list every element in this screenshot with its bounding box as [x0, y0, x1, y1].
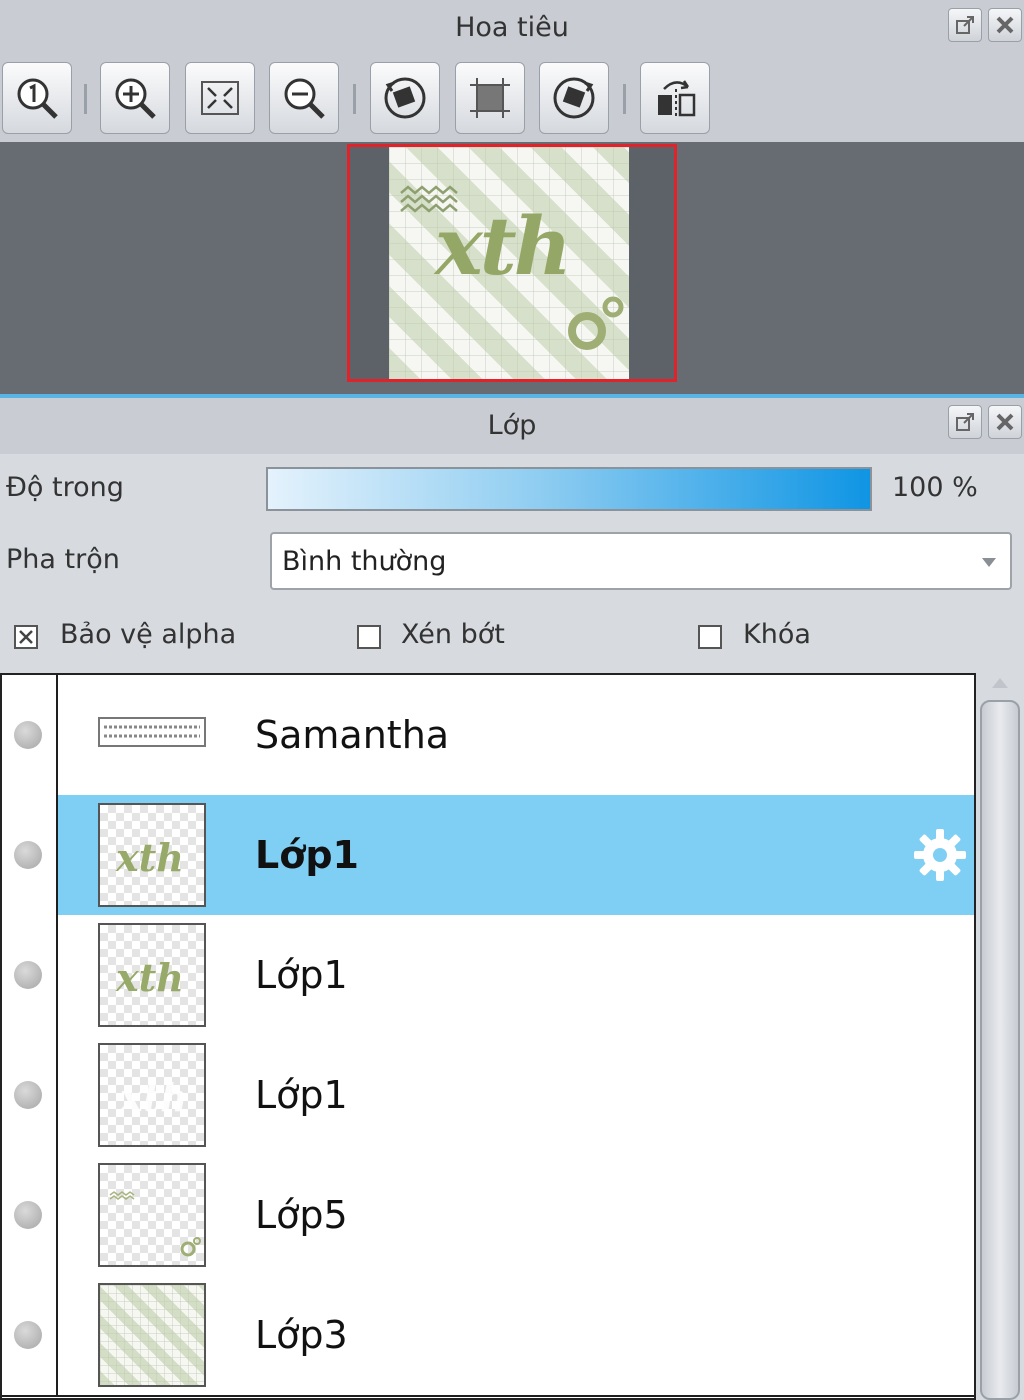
reset-view-icon — [470, 78, 510, 118]
protect-alpha-checkbox[interactable] — [14, 625, 38, 649]
clipping-label: Xén bớt — [401, 619, 505, 650]
xth-thumbnail-icon: xth — [115, 835, 184, 880]
layer-thumbnail — [98, 717, 206, 747]
visibility-column — [2, 915, 58, 1035]
layer-row-selected[interactable]: xth Lớp1 — [2, 795, 974, 917]
opacity-value: 100 % — [892, 472, 978, 503]
layer-thumbnail: xth — [98, 803, 206, 907]
visibility-column — [2, 1155, 58, 1275]
zoom-in-icon — [115, 78, 156, 119]
navigator-title-bar: Hoa tiêu — [0, 0, 1024, 56]
canvas-preview: xth — [389, 147, 629, 379]
layer-name: Lớp1 — [255, 953, 348, 997]
layer-row[interactable]: Lớp5 — [2, 1155, 974, 1277]
layers-undock-button[interactable] — [948, 405, 982, 439]
undock-icon — [956, 16, 974, 34]
zoom-out-button[interactable] — [269, 62, 339, 134]
zoom-actual-size-button[interactable] — [2, 62, 72, 134]
layer-name: Samantha — [255, 713, 450, 757]
lock-label: Khóa — [743, 619, 811, 650]
zoom-in-button[interactable] — [100, 62, 170, 134]
rotate-left-icon — [384, 77, 426, 119]
visibility-column — [2, 795, 58, 915]
visibility-toggle-icon[interactable] — [14, 1081, 42, 1109]
zoom-out-icon — [284, 78, 325, 119]
visibility-toggle-icon[interactable] — [14, 1321, 42, 1349]
lock-checkbox[interactable] — [698, 625, 722, 649]
visibility-column — [2, 675, 58, 795]
layer-name: Lớp5 — [255, 1193, 348, 1237]
opacity-label: Độ trong — [6, 472, 124, 503]
layer-row[interactable]: xth Lớp1 — [2, 1035, 974, 1157]
preview-text: xth — [435, 199, 572, 293]
toolbar-separator — [84, 84, 87, 114]
undock-icon — [956, 413, 974, 431]
flip-horizontal-icon — [658, 80, 696, 119]
layer-settings-gear-icon[interactable] — [912, 827, 968, 883]
visibility-toggle-icon[interactable] — [14, 841, 42, 869]
undock-button[interactable] — [948, 8, 982, 42]
fit-to-window-icon — [201, 81, 239, 115]
close-icon — [996, 413, 1014, 431]
scrollbar-thumb[interactable] — [980, 700, 1020, 1400]
circles-decoration-icon — [568, 296, 624, 350]
layer-thumbnail: xth — [98, 923, 206, 1027]
blend-mode-select[interactable]: Bình thường — [270, 532, 1012, 590]
visibility-toggle-icon[interactable] — [14, 961, 42, 989]
layers-title: Lớp — [487, 410, 537, 441]
visibility-column — [2, 1035, 58, 1155]
layer-row[interactable]: xth Lớp1 — [2, 915, 974, 1037]
visibility-toggle-icon[interactable] — [14, 721, 42, 749]
xth-thumbnail-icon: xth — [115, 955, 184, 1000]
layer-row[interactable]: Lớp3 — [2, 1275, 974, 1397]
layer-row[interactable]: Samantha — [2, 675, 974, 797]
layers-close-button[interactable] — [988, 405, 1022, 439]
close-icon — [996, 16, 1014, 34]
flip-horizontal-button[interactable] — [640, 62, 710, 134]
layer-name: Lớp1 — [255, 833, 359, 877]
white-shape-thumbnail-icon: xth — [119, 1075, 188, 1120]
blend-mode-label: Pha trộn — [6, 544, 120, 575]
toolbar-separator — [623, 84, 626, 114]
chevron-down-icon — [982, 558, 996, 567]
layer-name: Lớp3 — [255, 1313, 348, 1357]
text-thumbnail-icon — [104, 725, 200, 738]
svg-text:xth: xth — [115, 955, 184, 1000]
blend-mode-value: Bình thường — [282, 546, 447, 577]
reset-view-button[interactable] — [455, 62, 525, 134]
layer-list: Samantha xth Lớp1 xth Lớp1 xth Lớp1 Lớp5… — [0, 673, 976, 1400]
layer-thumbnail: xth — [98, 1043, 206, 1147]
toolbar-separator — [353, 84, 356, 114]
shapes-thumbnail-icon — [109, 1191, 201, 1257]
close-button[interactable] — [988, 8, 1022, 42]
layer-thumbnail — [98, 1163, 206, 1267]
checkmark-x-icon — [19, 630, 33, 644]
svg-text:xth: xth — [115, 835, 184, 880]
navigator-title: Hoa tiêu — [455, 12, 569, 43]
protect-alpha-label: Bảo vệ alpha — [60, 619, 237, 650]
svg-text:xth: xth — [119, 1075, 188, 1120]
rotate-right-icon — [553, 77, 595, 119]
rotate-left-button[interactable] — [370, 62, 440, 134]
zoom-actual-size-icon — [17, 78, 58, 119]
visibility-toggle-icon[interactable] — [14, 1201, 42, 1229]
rotate-right-button[interactable] — [539, 62, 609, 134]
clipping-checkbox[interactable] — [357, 625, 381, 649]
visibility-column — [2, 1275, 58, 1395]
scroll-up-arrow-icon[interactable] — [992, 678, 1008, 688]
layers-title-bar: Lớp — [0, 398, 1024, 454]
layer-thumbnail — [98, 1283, 206, 1387]
fit-to-window-button[interactable] — [185, 62, 255, 134]
layer-name: Lớp1 — [255, 1073, 348, 1117]
opacity-slider[interactable] — [266, 467, 872, 511]
